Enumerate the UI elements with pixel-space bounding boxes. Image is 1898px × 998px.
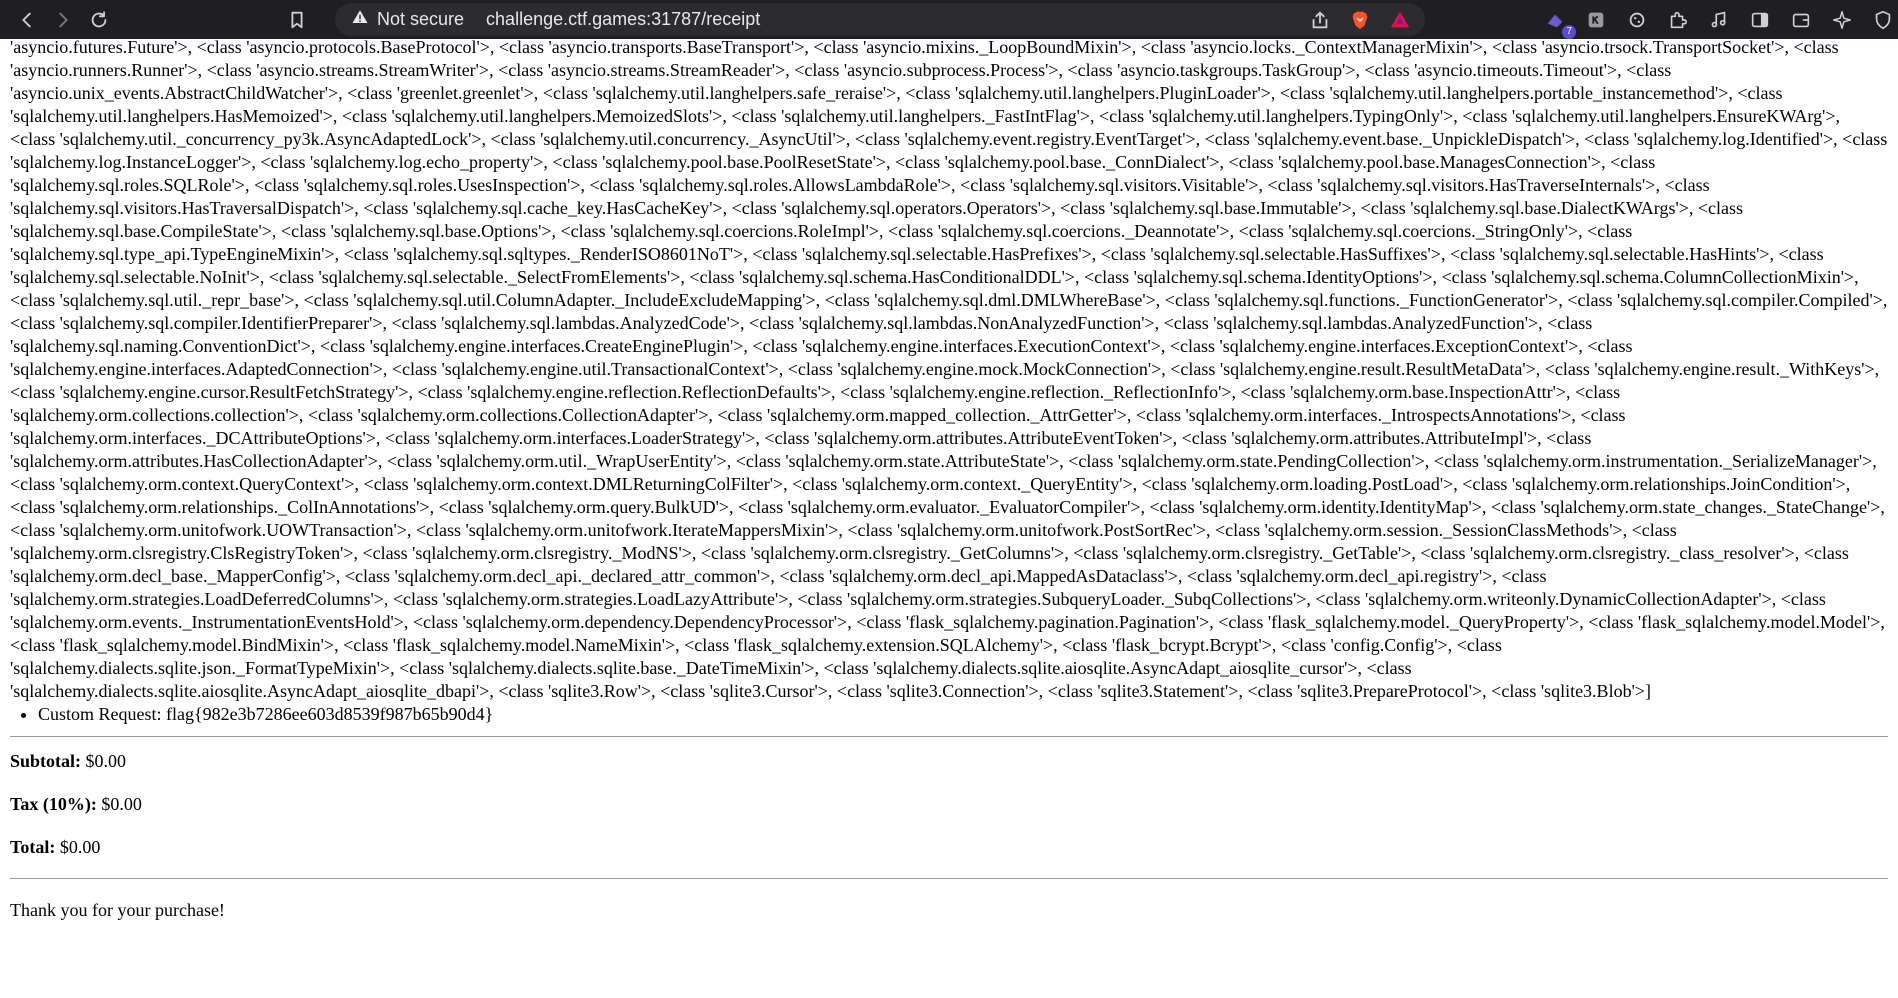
extension-button-3[interactable] (1622, 5, 1652, 35)
url-text[interactable]: challenge.ctf.games:31787/receipt (486, 9, 760, 30)
receipt-item-class-dump: 'asyncio.futures.Future'>, <class 'async… (10, 39, 1888, 701)
leo-ai-button[interactable] (1827, 5, 1857, 35)
shield-icon (1875, 10, 1891, 29)
custom-request-item: Custom Request: flag{982e3b7286ee603d853… (38, 703, 1890, 726)
total-line: Total: $0.00 (10, 835, 1890, 859)
reload-icon (91, 10, 107, 27)
reload-button[interactable] (84, 5, 114, 35)
extensions-menu-button[interactable] (1663, 5, 1693, 35)
extension-button-1[interactable]: 7 (1540, 5, 1576, 39)
wallet-button[interactable] (1786, 5, 1816, 35)
music-note-icon (1711, 11, 1726, 27)
sparkle-icon (1833, 10, 1851, 29)
extension-button-2[interactable] (1581, 5, 1611, 35)
subtotal-label: Subtotal: (10, 751, 82, 771)
forward-button[interactable] (48, 5, 78, 35)
subtotal-value: $0.00 (81, 751, 127, 771)
nav-buttons (12, 5, 312, 35)
brave-rewards-button[interactable] (1385, 5, 1415, 35)
sidebar-button[interactable] (1745, 5, 1775, 35)
share-icon (1312, 10, 1328, 28)
share-button[interactable] (1305, 5, 1335, 35)
subtotal-line: Subtotal: $0.00 (10, 749, 1890, 773)
total-label: Total: (10, 837, 56, 857)
forward-arrow-icon (59, 12, 68, 27)
address-bar-left: Not secure challenge.ctf.games:31787/rec… (343, 8, 760, 31)
security-indicator[interactable]: Not secure (351, 8, 464, 31)
brave-shields-button[interactable] (1345, 5, 1375, 35)
tax-label: Tax (10%): (10, 794, 97, 814)
sidebar-icon (1751, 12, 1769, 27)
browser-toolbar: Not secure challenge.ctf.games:31787/rec… (0, 0, 1898, 39)
brave-rewards-triangle-icon (1390, 11, 1410, 27)
extension-k-icon (1588, 12, 1604, 27)
bookmark-button[interactable] (282, 5, 312, 35)
divider (10, 736, 1888, 737)
tax-value: $0.00 (96, 794, 142, 814)
warning-triangle-icon (351, 8, 369, 31)
total-value: $0.00 (55, 837, 101, 857)
extensions-bar: 7 (1540, 4, 1898, 39)
wallet-icon (1792, 13, 1810, 27)
puzzle-piece-icon (1670, 11, 1688, 28)
extension-cookie-icon (1629, 12, 1645, 27)
vpn-button[interactable] (1868, 5, 1898, 35)
address-bar[interactable]: Not secure challenge.ctf.games:31787/rec… (335, 3, 1425, 36)
thank-you-message: Thank you for your purchase! (10, 900, 225, 920)
address-bar-right (1305, 3, 1415, 36)
bookmark-icon (291, 11, 303, 28)
receipt-items-list: Custom Request: flag{982e3b7286ee603d853… (38, 703, 1890, 726)
brave-lion-icon (1352, 11, 1368, 29)
tax-line: Tax (10%): $0.00 (10, 792, 1890, 816)
divider (10, 878, 1888, 879)
security-label: Not secure (377, 9, 465, 29)
media-button[interactable] (1704, 5, 1734, 35)
extension-badge: 7 (1562, 24, 1576, 39)
back-button[interactable] (12, 5, 42, 35)
back-arrow-icon (22, 12, 31, 27)
receipt-page: 'asyncio.futures.Future'>, <class 'async… (10, 39, 1890, 998)
